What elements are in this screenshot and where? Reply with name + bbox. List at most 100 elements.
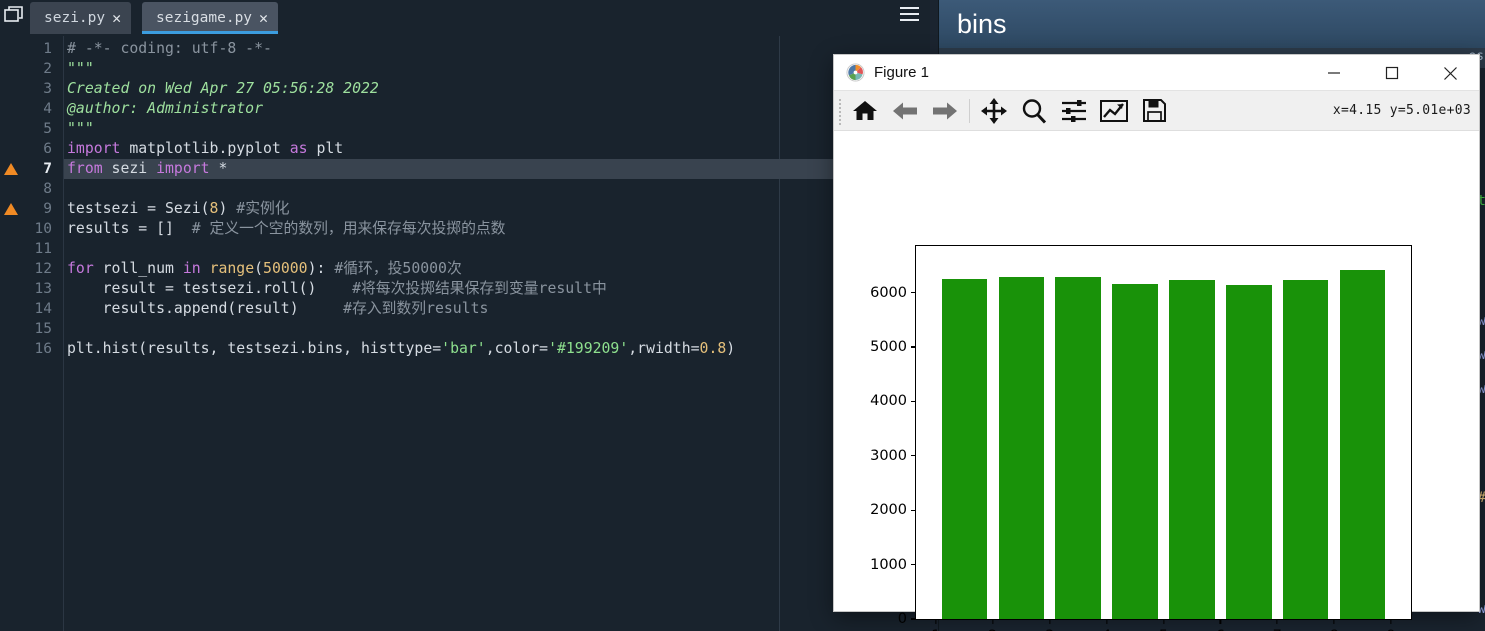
code-line: results = [] # 定义一个空的数列，用来保存每次投掷的点数 xyxy=(64,219,930,239)
plot-axes: 0100020003000400050006000123456789 xyxy=(915,245,1412,620)
save-button[interactable] xyxy=(1134,93,1174,129)
minimize-icon xyxy=(1327,66,1341,80)
tab-close-icon[interactable]: ✕ xyxy=(259,11,268,26)
x-axis-tick-label: 1 xyxy=(931,619,940,631)
arrow-left-icon xyxy=(892,100,918,122)
y-axis-tick-mark xyxy=(911,455,916,456)
code-line: results.append(result) #存入到数列results xyxy=(64,299,930,319)
line-number: 13 xyxy=(35,279,52,299)
y-axis-tick-mark xyxy=(911,618,916,619)
x-axis-tick-mark xyxy=(1390,619,1391,624)
y-axis-tick-label: 5000 xyxy=(870,339,916,355)
line-number: 6 xyxy=(43,139,52,159)
x-axis-tick-label: 4 xyxy=(1102,619,1111,631)
code-line: from sezi import * xyxy=(64,159,930,179)
editor-tab-sezi[interactable]: sezi.py ✕ xyxy=(30,2,131,34)
code-token: 0.8 xyxy=(700,340,727,357)
code-token: ,rwidth= xyxy=(628,340,699,357)
y-axis-tick-mark xyxy=(911,346,916,347)
code-line: for roll_num in range(50000): #循环，投50000… xyxy=(64,259,930,279)
code-token: 'bar' xyxy=(441,340,486,357)
line-number: 15 xyxy=(35,319,52,339)
window-controls xyxy=(1305,55,1479,91)
line-number: 12 xyxy=(35,259,52,279)
hamburger-menu-icon[interactable] xyxy=(900,7,919,21)
floppy-disk-icon xyxy=(1142,98,1167,123)
pan-button[interactable] xyxy=(974,93,1014,129)
code-token: ): xyxy=(308,260,335,277)
histogram-bar xyxy=(1340,270,1386,619)
code-token: ) xyxy=(218,200,236,217)
restore-window-icon[interactable] xyxy=(4,6,26,24)
arrow-right-icon xyxy=(932,100,958,122)
y-axis-tick-label: 1000 xyxy=(870,557,916,573)
line-number: 3 xyxy=(43,79,52,99)
code-line: @author: Administrator xyxy=(64,99,930,119)
line-number: 16 xyxy=(35,339,52,359)
y-axis-tick-mark xyxy=(911,292,916,293)
code-line: import matplotlib.pyplot as plt xyxy=(64,139,930,159)
editor-tab-bar: sezi.py ✕ sezigame.py ✕ xyxy=(0,0,930,36)
back-button[interactable] xyxy=(885,93,925,129)
bins-window-title: bins xyxy=(957,9,1007,40)
subplots-button[interactable] xyxy=(1054,93,1094,129)
code-token: ) xyxy=(726,340,735,357)
code-token: sezi xyxy=(103,160,156,177)
code-token: # 定义一个空的数列，用来保存每次投掷的点数 xyxy=(192,220,506,237)
code-text-area[interactable]: # -*- coding: utf-8 -*-"""Created on Wed… xyxy=(64,36,930,631)
line-number: 8 xyxy=(43,179,52,199)
figure-canvas[interactable]: 0100020003000400050006000123456789 xyxy=(834,132,1479,611)
x-axis-tick-mark xyxy=(1049,619,1050,624)
home-button[interactable] xyxy=(845,93,885,129)
matplotlib-figure-window[interactable]: Figure 1 xyxy=(834,55,1479,611)
line-number: 7 xyxy=(43,159,52,179)
x-axis-tick-label: 6 xyxy=(1216,619,1225,631)
code-token: #循环，投50000次 xyxy=(334,260,461,277)
code-token: '#199209' xyxy=(548,340,628,357)
code-token: """ xyxy=(67,120,94,137)
line-number: 14 xyxy=(35,299,52,319)
matplotlib-logo-icon xyxy=(846,63,865,82)
y-axis-tick-mark xyxy=(911,510,916,511)
figure-titlebar[interactable]: Figure 1 xyxy=(834,55,1479,91)
line-number-gutter[interactable]: 12345678910111213141516 xyxy=(0,36,64,631)
code-token: #存入到数列results xyxy=(343,300,488,317)
close-button[interactable] xyxy=(1421,55,1479,91)
line-number: 11 xyxy=(35,239,52,259)
y-axis-tick-label: 3000 xyxy=(870,448,916,464)
code-token: plt xyxy=(308,140,344,157)
code-token: results.append(result) xyxy=(67,300,343,317)
code-pane: 12345678910111213141516 # -*- coding: ut… xyxy=(0,36,930,631)
toolbar-drag-handle[interactable] xyxy=(836,97,845,125)
x-axis-tick-label: 7 xyxy=(1273,619,1282,631)
tab-close-icon[interactable]: ✕ xyxy=(112,11,121,26)
histogram-bar xyxy=(999,277,1045,619)
line-number: 9 xyxy=(43,199,52,219)
warning-marker-icon[interactable] xyxy=(4,203,18,215)
magnifier-icon xyxy=(1021,98,1047,124)
figure-window-title: Figure 1 xyxy=(874,64,929,81)
line-chart-icon xyxy=(1100,99,1128,123)
x-axis-tick-mark xyxy=(1277,619,1278,624)
code-token xyxy=(201,260,210,277)
warning-marker-icon[interactable] xyxy=(4,163,18,175)
coordinate-readout: x=4.15 y=5.01e+03 xyxy=(1333,103,1471,118)
code-token: plt.hist(results, testsezi.bins, histtyp… xyxy=(67,340,441,357)
y-axis-tick-mark xyxy=(911,401,916,402)
maximize-button[interactable] xyxy=(1363,55,1421,91)
code-token: result = testsezi.roll() xyxy=(67,280,352,297)
line-number: 5 xyxy=(43,119,52,139)
histogram-bar xyxy=(942,279,988,619)
customize-button[interactable] xyxy=(1094,93,1134,129)
code-token: #实例化 xyxy=(236,200,289,217)
editor-tab-sezigame[interactable]: sezigame.py ✕ xyxy=(142,2,278,34)
figure-navigation-toolbar: x=4.15 y=5.01e+03 xyxy=(834,91,1479,131)
line-number: 4 xyxy=(43,99,52,119)
x-axis-tick-label: 8 xyxy=(1330,619,1339,631)
histogram-bar xyxy=(1169,280,1215,619)
zoom-button[interactable] xyxy=(1014,93,1054,129)
forward-button[interactable] xyxy=(925,93,965,129)
y-axis-tick-mark xyxy=(911,564,916,565)
minimize-button[interactable] xyxy=(1305,55,1363,91)
move-arrows-icon xyxy=(981,98,1007,124)
